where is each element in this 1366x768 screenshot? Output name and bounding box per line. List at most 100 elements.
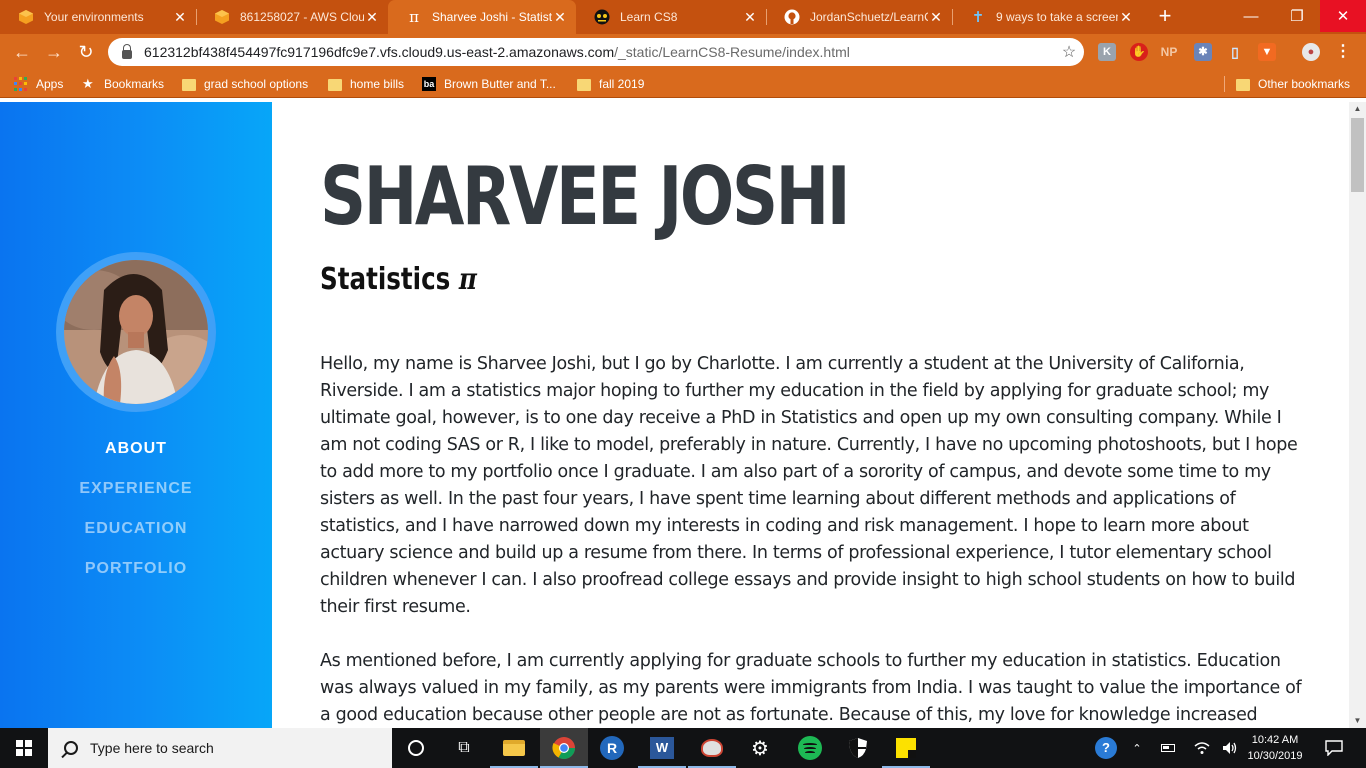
forward-button[interactable]: → xyxy=(40,38,68,66)
close-window-button[interactable]: ✕ xyxy=(1320,0,1366,32)
new-tab-button[interactable]: + xyxy=(1152,4,1178,30)
tab-title: 9 ways to take a screen xyxy=(996,10,1118,24)
scroll-down-arrow-icon[interactable]: ▼ xyxy=(1349,714,1366,728)
bookmark-fall-2019[interactable]: fall 2019 xyxy=(577,70,644,98)
tab-aws-cloud[interactable]: 861258027 - AWS Clou ✕ xyxy=(196,0,388,34)
tab-learn-cs8[interactable]: Learn CS8 ✕ xyxy=(576,0,766,34)
cup-extension-icon[interactable]: ▯ xyxy=(1226,43,1244,61)
bookmark-label: Other bookmarks xyxy=(1258,77,1351,91)
nav-portfolio[interactable]: PORTFOLIO xyxy=(0,560,272,578)
tab-title: Learn CS8 xyxy=(620,10,678,24)
bookmark-label: Bookmarks xyxy=(104,77,165,91)
sticky-notes-button[interactable] xyxy=(882,728,930,768)
tab-github-learncs[interactable]: JordanSchuetz/LearnCS ✕ xyxy=(766,0,952,34)
shield-extension-icon[interactable]: ▼ xyxy=(1258,43,1276,61)
action-center-button[interactable] xyxy=(1318,728,1350,768)
settings-button[interactable]: ⚙ xyxy=(736,728,784,768)
task-view-icon: ⧉ xyxy=(458,739,470,756)
ba-logo-icon: ba xyxy=(422,77,436,91)
profile-photo-ring xyxy=(56,252,216,412)
bookmark-grad-school-options[interactable]: grad school options xyxy=(182,70,308,98)
spotify-button[interactable] xyxy=(786,728,834,768)
close-tab-icon[interactable]: ✕ xyxy=(172,9,188,26)
cortana-button[interactable] xyxy=(392,728,440,768)
stop-hand-extension-icon[interactable]: ✋ xyxy=(1130,43,1148,61)
cortana-circle-icon xyxy=(408,740,424,756)
r-app-button[interactable]: R xyxy=(588,728,636,768)
tab-sharvee-joshi[interactable]: π Sharvee Joshi - Statistic ✕ xyxy=(388,0,576,34)
taskbar-search-box[interactable]: Type here to search xyxy=(48,728,392,768)
close-tab-icon[interactable]: ✕ xyxy=(552,9,568,26)
cs8-icon xyxy=(594,9,610,25)
about-paragraph-2: As mentioned before, I am currently appl… xyxy=(320,651,1302,725)
shield-icon xyxy=(849,738,867,758)
battery-icon[interactable] xyxy=(1156,728,1180,768)
puzzle-extension-icon[interactable]: ✱ xyxy=(1194,43,1212,61)
taskbar-clock[interactable]: 10:42 AM 10/30/2019 xyxy=(1244,732,1306,764)
spotify-icon xyxy=(798,736,822,760)
bookmark-home-bills[interactable]: home bills xyxy=(328,70,404,98)
bookmarks-bar: Apps ★ Bookmarks grad school options hom… xyxy=(0,70,1366,98)
notification-icon xyxy=(1325,740,1343,756)
reload-button[interactable]: ↻ xyxy=(72,38,100,66)
close-tab-icon[interactable]: ✕ xyxy=(928,9,944,26)
scrollbar-thumb[interactable] xyxy=(1351,118,1364,192)
profile-avatar-icon[interactable]: ● xyxy=(1302,43,1320,61)
back-button[interactable]: ← xyxy=(8,38,36,66)
menu-kebab-icon[interactable]: ⋮ xyxy=(1334,43,1352,61)
page-title: SHARVEE JOSHI xyxy=(320,150,851,243)
windows-logo-icon xyxy=(16,740,32,756)
bookmark-bookmarks[interactable]: ★ Bookmarks xyxy=(82,70,164,98)
clock-date: 10/30/2019 xyxy=(1247,750,1303,762)
snipping-tool-icon xyxy=(701,739,723,757)
folder-icon xyxy=(182,79,196,91)
pi-icon: π xyxy=(409,8,419,26)
clock-time: 10:42 AM xyxy=(1251,734,1299,746)
snipping-tool-button[interactable] xyxy=(688,728,736,768)
security-button[interactable] xyxy=(834,728,882,768)
page-viewport: ABOUT EXPERIENCE EDUCATION PORTFOLIO SHA… xyxy=(0,102,1366,728)
extension-np-icon[interactable]: NP xyxy=(1160,43,1178,61)
file-explorer-button[interactable] xyxy=(490,728,538,768)
page-scrollbar[interactable]: ▲ ▼ xyxy=(1349,102,1366,728)
show-hidden-icons-chevron-icon[interactable]: ⌃ xyxy=(1126,728,1148,768)
nav-experience[interactable]: EXPERIENCE xyxy=(0,480,272,498)
url-text: 612312bf438f454497fc917196dfc9e7.vfs.clo… xyxy=(144,44,850,60)
minimize-button[interactable]: — xyxy=(1228,0,1274,32)
page-subtitle: Statistics π xyxy=(320,262,477,298)
windows-taskbar: Type here to search ⧉ R W ⚙ ? ⌃ 10:42 AM… xyxy=(0,728,1366,768)
close-tab-icon[interactable]: ✕ xyxy=(1118,9,1134,26)
address-bar[interactable]: 612312bf438f454497fc917196dfc9e7.vfs.clo… xyxy=(108,38,1084,66)
tab-your-environments[interactable]: Your environments ✕ xyxy=(0,0,196,34)
task-view-button[interactable]: ⧉ xyxy=(440,728,488,768)
extension-k-icon[interactable]: K xyxy=(1098,43,1116,61)
word-button[interactable]: W xyxy=(638,728,686,768)
bookmark-other-bookmarks[interactable]: Other bookmarks xyxy=(1236,70,1350,98)
nav-about[interactable]: ABOUT xyxy=(0,440,272,458)
bookmark-brown-butter[interactable]: ba Brown Butter and T... xyxy=(422,70,556,98)
folder-icon xyxy=(1236,79,1250,91)
lock-icon xyxy=(122,43,132,59)
browser-toolbar: ← → ↻ 612312bf438f454497fc917196dfc9e7.v… xyxy=(0,34,1366,70)
volume-icon[interactable] xyxy=(1218,728,1242,768)
bookmark-apps[interactable]: Apps xyxy=(14,70,63,98)
restore-button[interactable]: ❐ xyxy=(1274,0,1320,32)
tab-screenshot-ways[interactable]: ✝ 9 ways to take a screen ✕ xyxy=(952,0,1142,34)
bookmark-star-icon[interactable]: ☆ xyxy=(1054,42,1084,62)
tab-title: 861258027 - AWS Clou xyxy=(240,10,364,24)
bookmark-label: Brown Butter and T... xyxy=(444,77,556,91)
apps-grid-icon xyxy=(14,77,28,91)
close-tab-icon[interactable]: ✕ xyxy=(364,9,380,26)
star-icon: ★ xyxy=(82,76,94,91)
subtitle-text: Statistics xyxy=(320,262,451,297)
search-icon xyxy=(64,741,78,755)
start-button[interactable] xyxy=(0,728,48,768)
nav-education[interactable]: EDUCATION xyxy=(0,520,272,538)
help-icon[interactable]: ? xyxy=(1092,728,1120,768)
close-tab-icon[interactable]: ✕ xyxy=(742,9,758,26)
wifi-icon[interactable] xyxy=(1190,728,1214,768)
github-icon xyxy=(784,9,800,25)
chrome-taskbar-button[interactable] xyxy=(540,728,588,768)
scroll-up-arrow-icon[interactable]: ▲ xyxy=(1349,102,1366,116)
pin-icon: ✝ xyxy=(971,9,985,26)
